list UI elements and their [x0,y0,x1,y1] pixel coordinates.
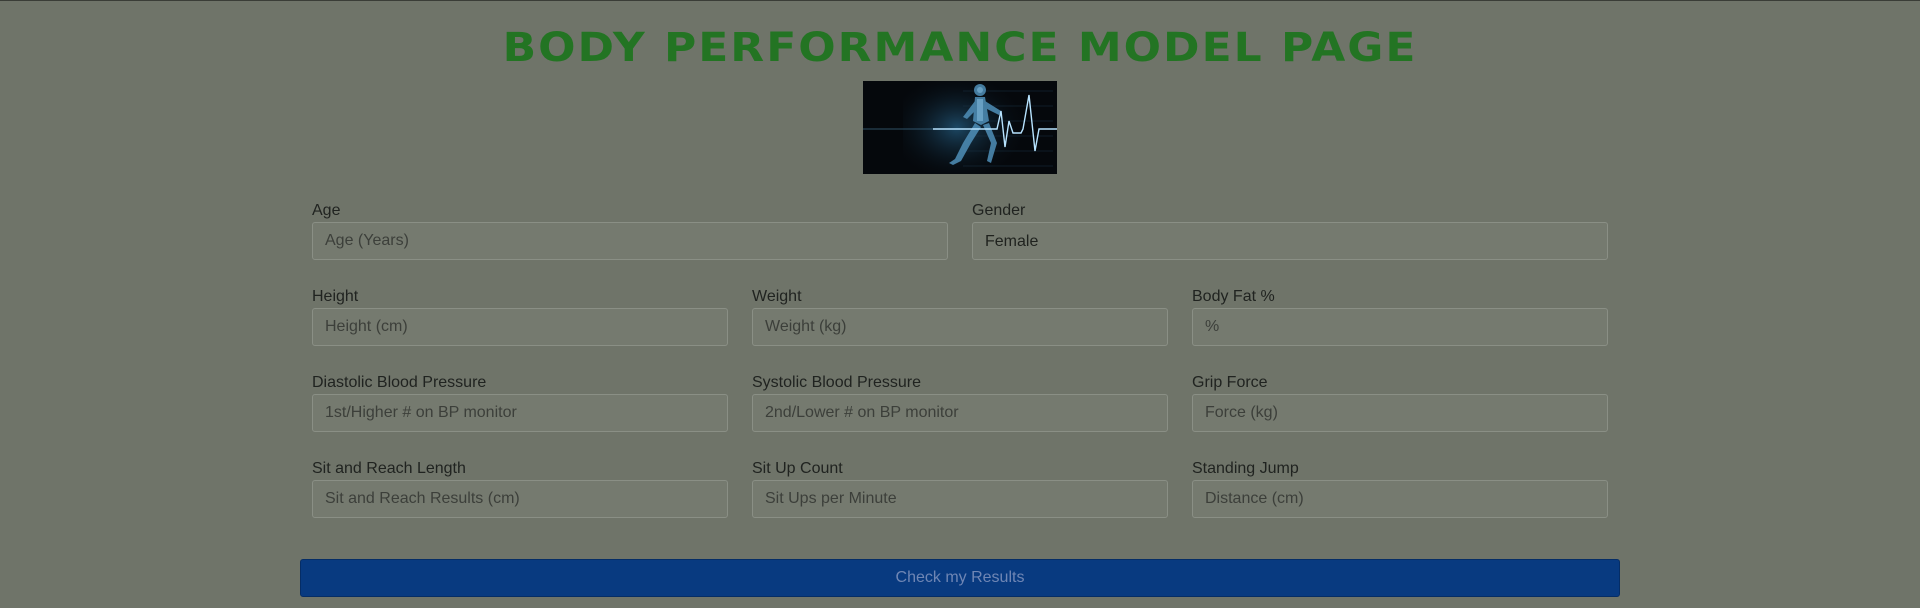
height-label: Height [312,288,359,305]
systolic-label: Systolic Blood Pressure [752,374,921,391]
body-fat-label: Body Fat % [1192,288,1275,305]
gender-select[interactable]: Female [972,222,1608,260]
systolic-input[interactable] [752,394,1168,432]
page-title: BODY PERFORMANCE MODEL PAGE [502,24,1418,71]
sit-ups-input[interactable] [752,480,1168,518]
sit-ups-label: Sit Up Count [752,460,843,477]
age-input[interactable] [312,222,948,260]
running-skeleton-heartbeat-icon [863,81,1057,174]
check-results-button[interactable]: Check my Results [300,559,1620,597]
standing-jump-input[interactable] [1192,480,1608,518]
top-border [0,0,1920,1]
grip-force-label: Grip Force [1192,374,1268,391]
sit-reach-label: Sit and Reach Length [312,460,466,477]
height-input[interactable] [312,308,728,346]
sit-reach-input[interactable] [312,480,728,518]
body-fat-input[interactable] [1192,308,1608,346]
weight-label: Weight [752,288,802,305]
hero-image [863,81,1057,174]
gender-label: Gender [972,202,1026,219]
diastolic-label: Diastolic Blood Pressure [312,374,487,391]
age-label: Age [312,202,341,219]
standing-jump-label: Standing Jump [1192,460,1299,477]
grip-force-input[interactable] [1192,394,1608,432]
diastolic-input[interactable] [312,394,728,432]
weight-input[interactable] [752,308,1168,346]
